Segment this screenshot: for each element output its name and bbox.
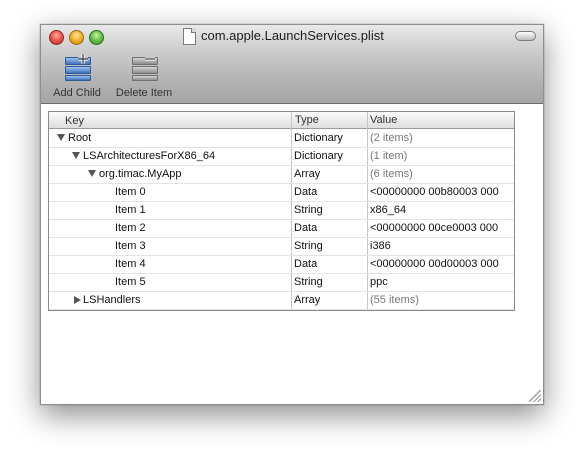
row-type: String (294, 204, 323, 216)
table-row[interactable]: LSArchitecturesForX86_64 Dictionary (1 i… (49, 147, 514, 166)
row-value: (55 items) (370, 294, 419, 306)
disclosure-down-icon[interactable] (88, 170, 96, 177)
table-row[interactable]: Item 2 Data <00000000 00ce0003 000 (49, 219, 514, 238)
resize-grip-icon[interactable] (529, 390, 541, 402)
delete-item-label: Delete Item (115, 87, 173, 99)
minimize-button-icon[interactable] (69, 30, 84, 45)
table-row[interactable]: Item 3 String i386 (49, 237, 514, 256)
row-key: Item 1 (115, 204, 146, 216)
row-type: Data (294, 186, 318, 198)
row-value: ppc (370, 276, 388, 288)
row-type: Array (294, 168, 321, 180)
row-type: Dictionary (294, 150, 343, 162)
row-key: Item 0 (115, 186, 146, 198)
table-row[interactable]: Root Dictionary (2 items) (49, 129, 514, 148)
toolbar-toggle-icon[interactable] (515, 31, 536, 41)
disclosure-down-icon[interactable] (57, 134, 65, 141)
column-header-value[interactable]: Value (370, 113, 397, 128)
row-type: String (294, 240, 323, 252)
row-key: Item 5 (115, 276, 146, 288)
zoom-button-icon[interactable] (89, 30, 104, 45)
row-type: Array (294, 294, 321, 306)
column-header-key[interactable]: Key (65, 112, 84, 130)
plist-editor-window: com.apple.LaunchServices.plist Add Child (40, 24, 544, 405)
titlebar: com.apple.LaunchServices.plist Add Child (41, 25, 543, 104)
row-value: (2 items) (370, 132, 413, 144)
plist-document-icon (183, 28, 196, 45)
row-key: Item 4 (115, 258, 146, 270)
row-type: Dictionary (294, 132, 343, 144)
add-child-label: Add Child (53, 87, 101, 99)
row-value: (1 item) (370, 150, 408, 162)
table-row[interactable]: org.timac.MyApp Array (6 items) (49, 165, 514, 184)
row-value: i386 (370, 240, 391, 252)
delete-item-button[interactable]: Delete Item (111, 53, 177, 99)
disclosure-down-icon[interactable] (72, 152, 80, 159)
add-child-icon (62, 53, 92, 81)
row-key: Root (68, 132, 92, 144)
row-key: LSArchitecturesForX86_64 (83, 150, 216, 162)
row-value: (6 items) (370, 168, 413, 180)
row-key: LSHandlers (83, 294, 141, 306)
delete-item-icon (129, 53, 159, 81)
row-key: Item 3 (115, 240, 146, 252)
table-row[interactable]: Item 5 String ppc (49, 273, 514, 292)
row-value: <00000000 00b80003 000 (370, 186, 499, 198)
table-row[interactable]: Item 4 Data <00000000 00d00003 000 (49, 255, 514, 274)
table-row[interactable]: Item 0 Data <00000000 00b80003 000 (49, 183, 514, 202)
table-row[interactable]: LSHandlers Array (55 items) (49, 291, 514, 310)
row-type: Data (294, 258, 318, 270)
row-type: Data (294, 222, 318, 234)
close-button-icon[interactable] (49, 30, 64, 45)
window-title: com.apple.LaunchServices.plist (201, 28, 384, 43)
table-row[interactable]: Item 1 String x86_64 (49, 201, 514, 220)
column-header-type[interactable]: Type (295, 113, 319, 128)
row-value: x86_64 (370, 204, 407, 216)
disclosure-right-icon[interactable] (74, 296, 81, 304)
row-value: <00000000 00d00003 000 (370, 258, 499, 270)
row-value: <00000000 00ce0003 000 (370, 222, 499, 234)
plist-table[interactable]: Key Type Value Root Dictionary (2 items)… (48, 111, 515, 311)
row-type: String (294, 276, 323, 288)
row-key: Item 2 (115, 222, 146, 234)
row-key: org.timac.MyApp (99, 168, 182, 180)
add-child-button[interactable]: Add Child (49, 53, 105, 99)
table-header: Key Type Value (49, 112, 514, 129)
